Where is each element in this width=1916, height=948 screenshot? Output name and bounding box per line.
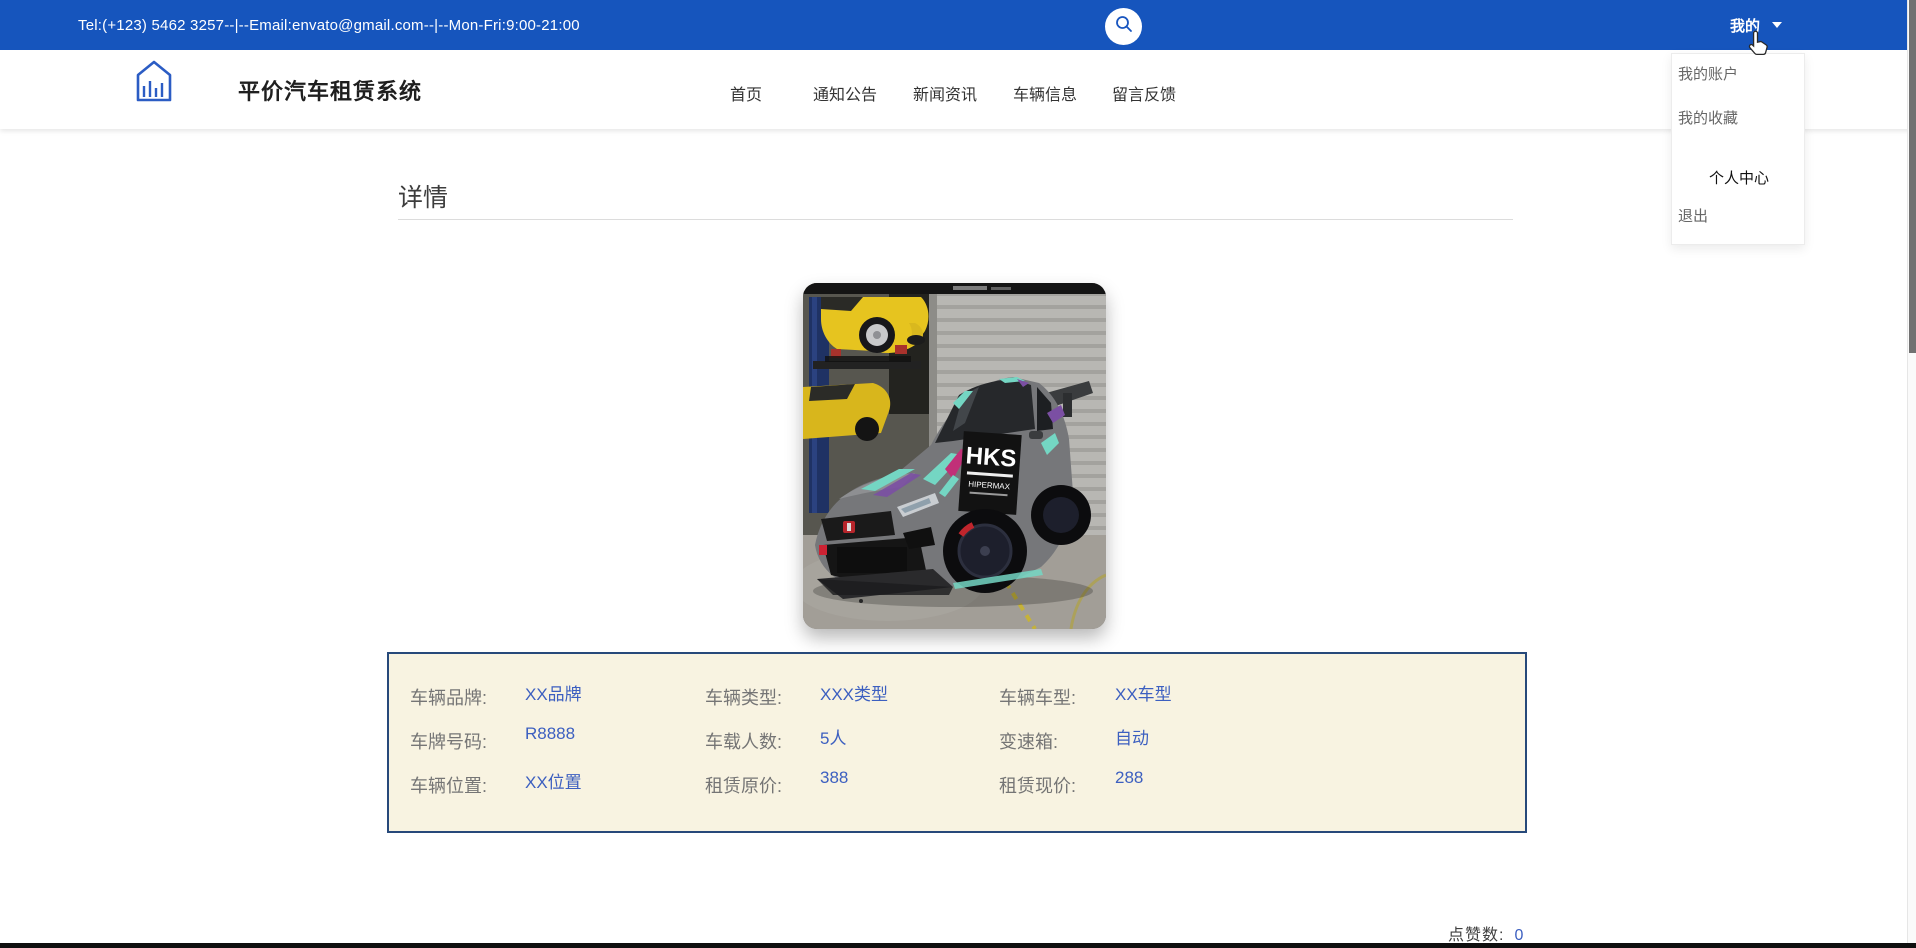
field-label: 租赁原价: (705, 772, 782, 798)
scrollbar-thumb[interactable] (1909, 0, 1916, 353)
nav-home[interactable]: 首页 (730, 81, 762, 105)
likes-label: 点赞数: (1448, 921, 1504, 945)
dropdown-item-personal-center[interactable]: 个人中心 (1672, 167, 1806, 188)
field-label: 车辆车型: (999, 684, 1076, 710)
site-logo[interactable] (135, 59, 173, 103)
field-value: R8888 (525, 724, 575, 744)
field-value: 388 (820, 768, 848, 788)
house-chart-icon (135, 90, 173, 107)
svg-text:HKS: HKS (965, 442, 1017, 472)
nav-notices[interactable]: 通知公告 (813, 81, 877, 105)
field-label: 车辆位置: (410, 772, 487, 798)
vehicle-details-panel: 车辆品牌: XX品牌 车辆类型: XXX类型 车辆车型: XX车型 车牌号码: … (387, 652, 1527, 833)
dropdown-item-logout[interactable]: 退出 (1678, 205, 1708, 226)
dropdown-item-my-favorites[interactable]: 我的收藏 (1678, 107, 1738, 128)
dropdown-item-my-account[interactable]: 我的账户 (1678, 63, 1738, 84)
field-value: XX车型 (1115, 680, 1172, 705)
field-value: XXX类型 (820, 680, 888, 705)
field-value: 自动 (1115, 724, 1149, 749)
field-label: 车牌号码: (410, 728, 487, 754)
footer-edge (0, 943, 1916, 948)
field-value: XX位置 (525, 768, 582, 793)
user-dropdown-menu: 我的账户 我的收藏 个人中心 退出 (1671, 53, 1805, 245)
field-label: 车载人数: (705, 728, 782, 754)
vertical-scrollbar[interactable] (1907, 0, 1916, 948)
car-photo: HKS HIPERMAX (803, 283, 1106, 629)
field-label: 车辆品牌: (410, 684, 487, 710)
field-value: 288 (1115, 768, 1143, 788)
title-divider (398, 219, 1513, 220)
field-value: 5人 (820, 724, 846, 749)
top-bar: Tel:(+123) 5462 3257--|--Email:envato@gm… (0, 0, 1916, 50)
user-menu-toggle[interactable]: 我的 (1730, 0, 1782, 50)
site-header: 平价汽车租赁系统 首页 通知公告 新闻资讯 车辆信息 留言反馈 (0, 50, 1916, 129)
car-photo-illustration: HKS HIPERMAX (803, 283, 1106, 629)
magnifier-icon (1114, 14, 1134, 39)
nav-news[interactable]: 新闻资讯 (913, 81, 977, 105)
site-title: 平价汽车租赁系统 (238, 74, 422, 106)
page-title: 详情 (398, 178, 448, 214)
field-label: 租赁现价: (999, 772, 1076, 798)
field-label: 车辆类型: (705, 684, 782, 710)
search-button[interactable] (1105, 8, 1142, 45)
chevron-down-icon (1772, 22, 1782, 28)
contact-info: Tel:(+123) 5462 3257--|--Email:envato@gm… (78, 0, 580, 50)
likes-row: 点赞数: 0 (1448, 921, 1523, 945)
nav-feedback[interactable]: 留言反馈 (1112, 81, 1176, 105)
field-value: XX品牌 (525, 680, 582, 705)
nav-vehicles[interactable]: 车辆信息 (1013, 81, 1077, 105)
user-menu-label: 我的 (1730, 15, 1760, 36)
field-label: 变速箱: (999, 728, 1058, 754)
